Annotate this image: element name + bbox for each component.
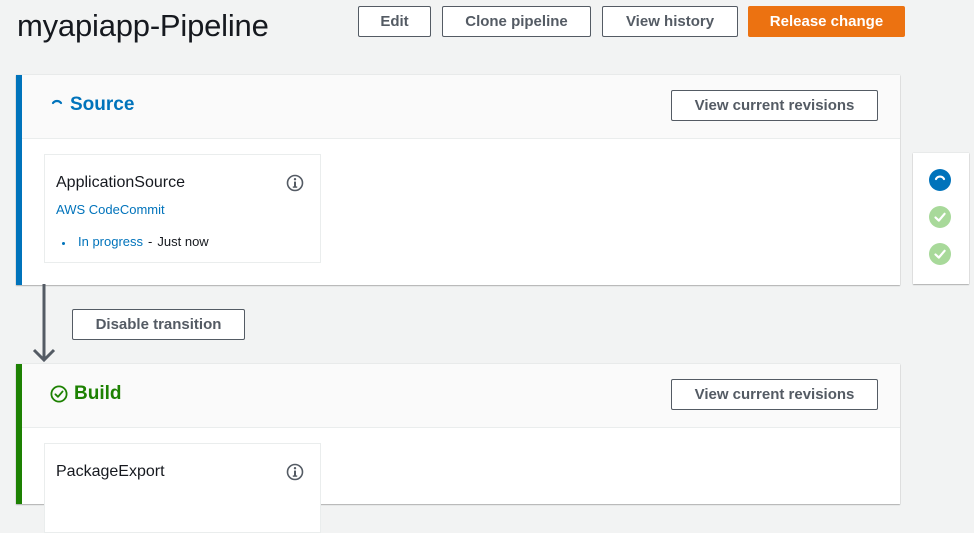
status-indicator-icon xyxy=(62,242,65,245)
source-stage: Source View current revisions Applicatio… xyxy=(16,75,900,285)
spinner-icon xyxy=(51,99,63,105)
action-name: PackageExport xyxy=(56,463,165,480)
action-status: In progress - Just now xyxy=(62,234,209,249)
status-time: Just now xyxy=(157,234,209,249)
stage-header: Source View current revisions xyxy=(22,75,900,139)
info-icon[interactable] xyxy=(286,463,304,481)
provider-link[interactable]: AWS CodeCommit xyxy=(56,202,165,217)
info-icon[interactable] xyxy=(286,174,304,192)
page-title: myapiapp-Pipeline xyxy=(17,8,269,43)
check-circle-icon[interactable] xyxy=(929,243,951,265)
check-circle-icon xyxy=(50,385,68,403)
view-current-revisions-button[interactable]: View current revisions xyxy=(671,379,878,410)
action-card: PackageExport xyxy=(44,443,321,533)
view-history-button[interactable]: View history xyxy=(602,6,738,37)
stage-title: Build xyxy=(50,383,122,405)
status-link[interactable]: In progress xyxy=(78,234,143,249)
clone-pipeline-button[interactable]: Clone pipeline xyxy=(442,6,591,37)
stage-name: Source xyxy=(70,94,135,115)
stage-overview-panel xyxy=(913,153,969,284)
build-stage: Build View current revisions PackageExpo… xyxy=(16,364,900,533)
status-separator: - xyxy=(148,234,153,249)
spinner-icon[interactable] xyxy=(929,169,951,191)
action-name: ApplicationSource xyxy=(56,174,185,191)
transition-arrow-icon xyxy=(32,284,56,363)
stage-header: Build View current revisions xyxy=(22,364,900,428)
view-current-revisions-button[interactable]: View current revisions xyxy=(671,90,878,121)
release-change-button[interactable]: Release change xyxy=(748,6,905,37)
disable-transition-button[interactable]: Disable transition xyxy=(72,309,245,340)
stage-title: Source xyxy=(50,94,134,116)
edit-button[interactable]: Edit xyxy=(358,6,431,37)
check-circle-icon[interactable] xyxy=(929,206,951,228)
stage-name: Build xyxy=(74,383,122,404)
action-card: ApplicationSource AWS CodeCommit In prog… xyxy=(44,154,321,263)
